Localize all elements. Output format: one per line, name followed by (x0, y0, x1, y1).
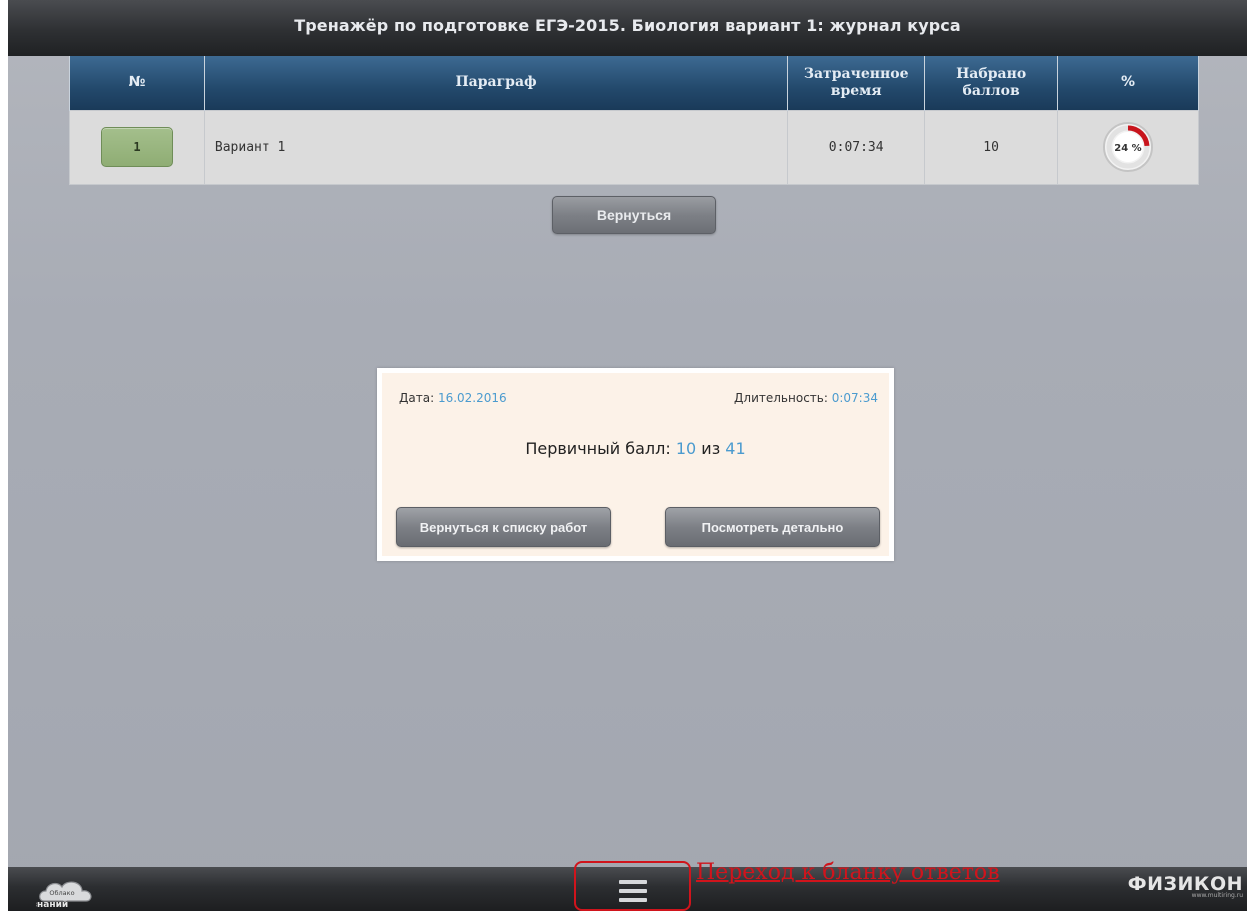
row-score-cell: 10 (924, 109, 1059, 185)
hamburger-menu-icon (618, 880, 647, 902)
row-number-button[interactable]: 1 (100, 127, 173, 167)
course-journal-table: № Параграф Затраченное время Набрано бал… (69, 56, 1199, 185)
table-header-row: № Параграф Затраченное время Набрано бал… (69, 56, 1199, 110)
primary-score: Первичный балл: 10 из 41 (382, 439, 889, 458)
duration-label: Длительность: (734, 391, 828, 405)
date-value: 16.02.2016 (437, 391, 507, 405)
oblako-znaniy-logo[interactable]: Облако знаний (36, 873, 114, 909)
table-row[interactable]: 1 Вариант 1 0:07:34 10 24 % (69, 109, 1199, 185)
logo-text-bottom: знаний (36, 900, 68, 909)
column-header-percent: % (1057, 56, 1199, 110)
row-paragraph-cell[interactable]: Вариант 1 (203, 109, 789, 185)
row-percent-cell: 24 % (1057, 109, 1199, 185)
score-label: Первичный балл: (525, 439, 671, 458)
column-header-no: № (69, 56, 205, 110)
percent-progress-ring: 24 % (1103, 122, 1154, 172)
page-title: Тренажёр по подготовке ЕГЭ-2015. Биологи… (294, 15, 961, 35)
duration-info: Длительность: 0:07:34 (734, 391, 878, 405)
result-dialog: Дата: 16.02.2016 Длительность: 0:07:34 П… (377, 368, 894, 561)
score-of: из (701, 439, 721, 458)
return-to-list-button[interactable]: Вернуться к списку работ (396, 507, 611, 547)
column-header-paragraph: Параграф (203, 56, 789, 110)
bottom-toolbar: Облако знаний Переход к бланку ответов Ф… (8, 860, 1247, 911)
date-info: Дата: 16.02.2016 (399, 391, 507, 405)
back-button[interactable]: Вернуться (552, 196, 716, 234)
score-max: 41 (725, 439, 746, 458)
logo-text-top: Облако (49, 889, 74, 897)
title-bar: Тренажёр по подготовке ЕГЭ-2015. Биологи… (8, 0, 1247, 56)
column-header-score: Набрано баллов (924, 56, 1059, 110)
fizikon-logo: ФИЗИКОН www.multiring.ru (1128, 873, 1243, 899)
result-panel: Дата: 16.02.2016 Длительность: 0:07:34 П… (382, 373, 889, 556)
app-frame: Тренажёр по подготовке ЕГЭ-2015. Биологи… (8, 0, 1247, 911)
view-details-button[interactable]: Посмотреть детально (665, 507, 880, 547)
date-label: Дата: (399, 391, 435, 405)
row-number-cell: 1 (69, 109, 205, 185)
score-value: 10 (675, 439, 697, 458)
row-time-cell: 0:07:34 (787, 109, 926, 185)
column-header-time: Затраченное время (787, 56, 926, 110)
duration-value: 0:07:34 (831, 391, 878, 405)
percent-label: 24 % (1114, 143, 1141, 154)
answer-sheet-hint: Переход к бланку ответов (696, 860, 1000, 885)
answer-sheet-menu-button[interactable] (574, 861, 691, 911)
